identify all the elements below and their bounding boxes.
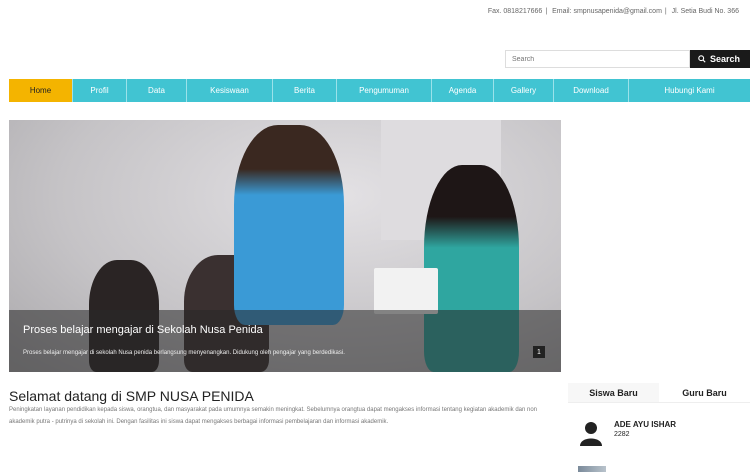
search-icon xyxy=(698,55,706,63)
nav-item-home[interactable]: Home xyxy=(9,79,73,102)
nav-item-profil[interactable]: Profil xyxy=(73,79,127,102)
person-name: ADE AYU ISHAR xyxy=(614,420,677,429)
hero-slider[interactable]: Proses belajar mengajar di Sekolah Nusa … xyxy=(9,120,561,372)
welcome-text: Peningkatan layanan pendidikan kepada si… xyxy=(9,407,538,425)
search-input[interactable] xyxy=(505,50,690,68)
nav-item-agenda[interactable]: Agenda xyxy=(432,79,494,102)
person-id: 2282 xyxy=(614,431,630,438)
search-button[interactable]: Search xyxy=(690,50,750,68)
hero-caption-text: Proses belajar mengajar di sekolah Nusa … xyxy=(23,350,345,356)
tab-guru-baru[interactable]: Guru Baru xyxy=(659,383,750,402)
nav-item-data[interactable]: Data xyxy=(127,79,187,102)
next-list-item-thumbnail xyxy=(578,466,606,472)
top-contact-bar: Fax. 0818217666 | Email: smpnusapenida@gm… xyxy=(487,8,739,15)
welcome-title: Selamat datang di SMP NUSA PENIDA xyxy=(9,388,254,404)
nav-item-pengumuman[interactable]: Pengumuman xyxy=(337,79,432,102)
contact-phone: Fax. 0818217666 xyxy=(487,8,543,15)
hero-image-teacher xyxy=(234,125,344,325)
hero-caption-bar xyxy=(9,310,561,372)
nav-item-gallery[interactable]: Gallery xyxy=(494,79,554,102)
search-button-label: Search xyxy=(710,54,741,64)
nav-item-hubungi-kami[interactable]: Hubungi Kami xyxy=(629,79,750,102)
main-navigation: Home Profil Data Kesiswaan Berita Pengum… xyxy=(9,79,750,102)
nav-item-berita[interactable]: Berita xyxy=(273,79,337,102)
slide-indicator[interactable]: 1 xyxy=(533,346,545,358)
contact-address: Jl. Setia Budi No. 366 xyxy=(671,8,739,15)
contact-email[interactable]: Email: smpnusapenida@gmail.com xyxy=(552,8,662,15)
tab-siswa-baru[interactable]: Siswa Baru xyxy=(568,383,659,402)
search-bar: Search xyxy=(505,50,750,68)
avatar-icon xyxy=(578,420,604,446)
nav-item-kesiswaan[interactable]: Kesiswaan xyxy=(187,79,273,102)
sidebar-tabs: Siswa Baru Guru Baru xyxy=(568,383,750,403)
nav-item-download[interactable]: Download xyxy=(554,79,629,102)
hero-image-paper xyxy=(374,268,438,314)
list-item[interactable]: ADE AYU ISHAR 2282 xyxy=(578,420,676,446)
hero-caption-title: Proses belajar mengajar di Sekolah Nusa … xyxy=(23,324,263,336)
